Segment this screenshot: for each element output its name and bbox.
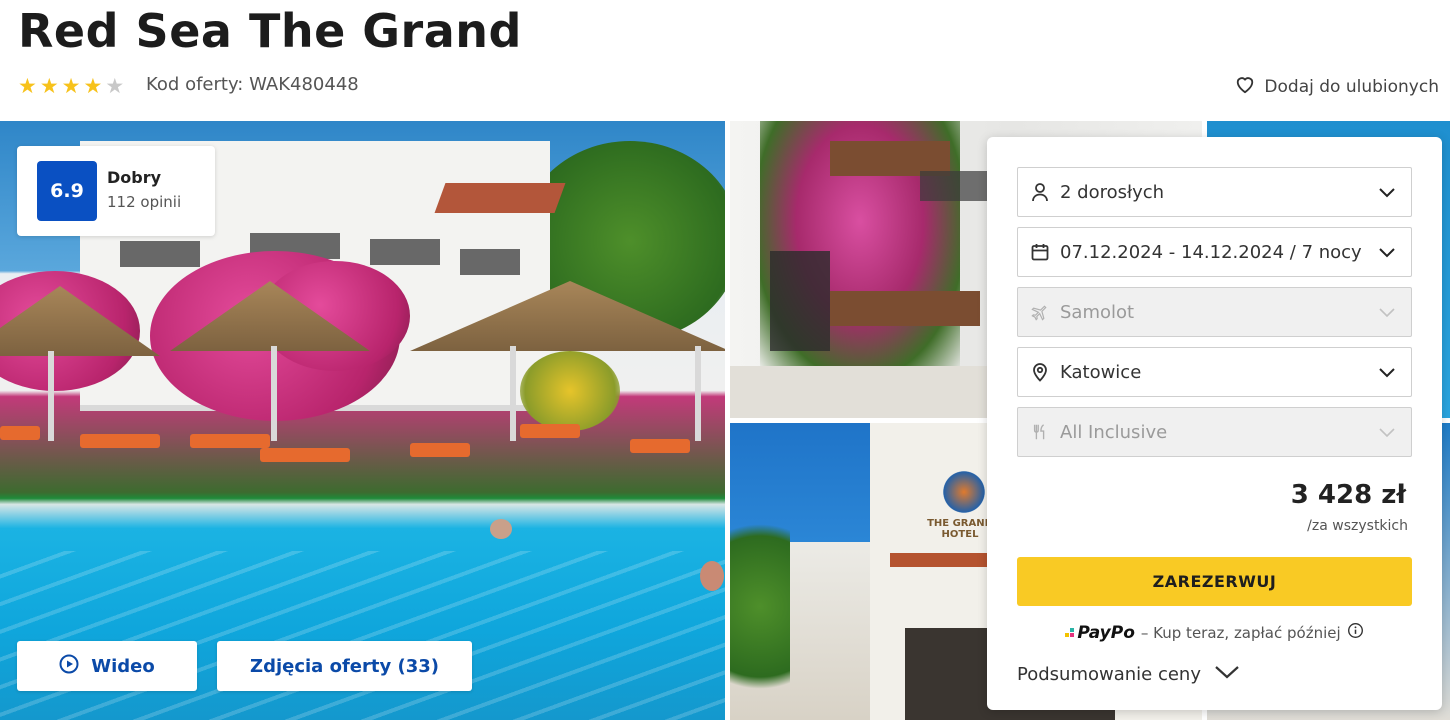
dates-select[interactable]: 07.12.2024 - 14.12.2024 / 7 nocy <box>1017 227 1412 277</box>
star-icon: ★ <box>61 74 81 98</box>
rating-word: Dobry <box>107 168 162 187</box>
swimmer <box>490 519 512 539</box>
rating-card[interactable]: 6.9 Dobry 112 opinii <box>17 146 215 236</box>
paypo-info: PayPo – Kup teraz, zapłać później <box>987 622 1442 643</box>
window <box>120 241 200 267</box>
rating-score-badge: 6.9 <box>37 161 97 221</box>
favorites-label: Dodaj do ulubionych <box>1264 76 1439 97</box>
photos-label: Zdjęcia oferty (33) <box>250 655 439 677</box>
sun-lounger <box>0 426 40 440</box>
transport-select: Samolot <box>1017 287 1412 337</box>
umbrella-pole <box>510 346 516 441</box>
sun-lounger <box>410 443 470 457</box>
hotel-title: Red Sea The Grand <box>18 4 522 58</box>
star-icon: ★ <box>83 74 103 98</box>
plane-icon <box>1030 302 1050 322</box>
paypo-text: – Kup teraz, zapłać później <box>1140 623 1341 642</box>
heart-icon <box>1234 74 1256 99</box>
board-select: All Inclusive <box>1017 407 1412 457</box>
reserve-button[interactable]: ZAREZERWUJ <box>1017 557 1412 606</box>
chevron-down-icon <box>1377 422 1397 447</box>
chevron-down-icon <box>1377 302 1397 327</box>
location-pin-icon <box>1030 362 1050 382</box>
swimmer <box>700 561 724 591</box>
roof <box>434 183 566 213</box>
paypo-dots-icon <box>1065 627 1075 637</box>
pool-water <box>0 551 725 720</box>
info-icon[interactable] <box>1347 622 1364 643</box>
calendar-icon <box>1030 242 1050 262</box>
palm-tree <box>730 493 790 720</box>
sun-lounger <box>520 424 580 438</box>
paypo-brand: PayPo <box>1077 622 1135 643</box>
window <box>370 239 440 265</box>
paypo-logo: PayPo <box>1065 623 1135 643</box>
add-to-favorites-button[interactable]: Dodaj do ulubionych <box>1234 74 1439 99</box>
review-count: 112 opinii <box>107 193 182 211</box>
offer-code: Kod oferty: WAK480448 <box>146 74 359 95</box>
booking-panel: 2 dorosłych 07.12.2024 - 14.12.2024 / 7 … <box>987 137 1442 710</box>
umbrella-pole <box>48 351 54 441</box>
departure-select[interactable]: Katowice <box>1017 347 1412 397</box>
sun-lounger <box>80 434 160 448</box>
persons-value: 2 dorosłych <box>1060 181 1165 203</box>
umbrella-pole <box>695 346 701 441</box>
cutlery-icon <box>1030 422 1050 442</box>
star-icon: ★ <box>105 74 125 98</box>
price-note: /za wszystkich <box>1307 518 1408 534</box>
dates-value: 07.12.2024 - 14.12.2024 / 7 nocy <box>1060 241 1362 263</box>
chevron-down-icon <box>1377 362 1397 387</box>
chevron-down-icon <box>1377 242 1397 267</box>
photos-button[interactable]: Zdjęcia oferty (33) <box>217 641 472 691</box>
chevron-down-icon <box>1377 182 1397 207</box>
transport-value: Samolot <box>1060 301 1135 323</box>
board-value: All Inclusive <box>1060 421 1168 443</box>
chevron-down-icon <box>1213 664 1241 685</box>
balcony-railing <box>830 291 980 326</box>
price-summary-label: Podsumowanie ceny <box>1017 664 1201 685</box>
video-button[interactable]: Wideo <box>17 641 197 691</box>
hotel-logo-sign <box>940 468 988 516</box>
window <box>460 249 520 275</box>
shrub <box>520 351 620 431</box>
sun-lounger <box>190 434 270 448</box>
person-icon <box>1030 182 1050 202</box>
sun-lounger <box>630 439 690 453</box>
umbrella-pole <box>271 346 277 441</box>
star-icon: ★ <box>18 74 37 98</box>
sun-lounger <box>260 448 350 462</box>
star-rating: ★ ★ ★ ★ ★ <box>18 74 124 98</box>
price-summary-toggle[interactable]: Podsumowanie ceny <box>1017 664 1241 685</box>
star-icon: ★ <box>39 74 59 98</box>
departure-value: Katowice <box>1060 361 1142 383</box>
total-price: 3 428 zł <box>1290 480 1406 510</box>
play-icon <box>59 654 79 679</box>
video-label: Wideo <box>91 655 155 677</box>
door <box>770 251 830 351</box>
persons-select[interactable]: 2 dorosłych <box>1017 167 1412 217</box>
